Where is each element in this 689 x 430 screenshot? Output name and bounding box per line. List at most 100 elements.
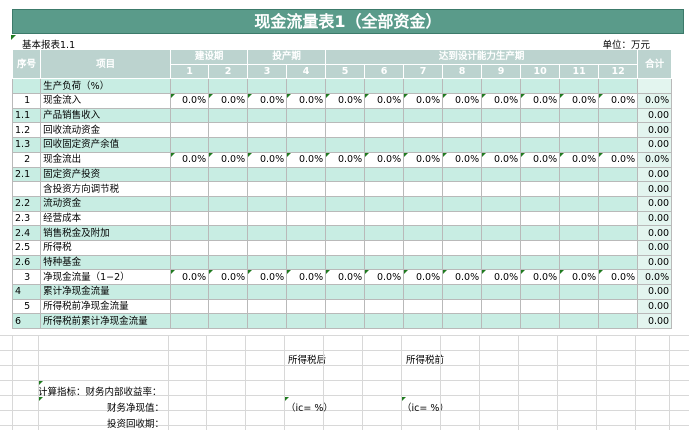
value-cell[interactable] [442,78,483,95]
value-cell[interactable] [598,166,639,183]
value-cell[interactable] [170,210,210,227]
value-cell[interactable] [286,225,327,241]
value-cell[interactable] [208,195,249,212]
value-cell[interactable]: 0.0% [247,93,288,109]
value-cell[interactable]: 0.0% [364,93,405,109]
value-cell[interactable] [559,166,600,183]
value-cell[interactable] [598,254,639,271]
value-cell[interactable] [559,78,600,95]
value-cell[interactable] [247,78,288,95]
value-cell[interactable] [247,284,288,300]
value-cell[interactable] [403,313,444,330]
value-cell[interactable]: 0.0% [403,269,444,285]
value-cell[interactable]: 0.0% [208,93,249,109]
value-cell[interactable]: 0.0% [520,93,561,109]
value-cell[interactable] [481,225,522,241]
value-cell[interactable] [559,210,600,227]
value-cell[interactable] [286,78,327,95]
value-cell[interactable] [286,166,327,183]
value-cell[interactable] [520,78,561,95]
value-cell[interactable] [208,239,249,256]
value-cell[interactable] [247,210,288,227]
value-cell[interactable]: 0.0% [403,151,444,168]
value-cell[interactable] [442,195,483,212]
value-cell[interactable] [559,195,600,212]
value-cell[interactable] [481,210,522,227]
value-cell[interactable]: 0.0% [247,269,288,285]
value-cell[interactable] [520,298,561,315]
value-cell[interactable] [520,210,561,227]
value-cell[interactable] [403,181,444,197]
value-cell[interactable] [170,122,210,139]
value-cell[interactable] [247,107,288,124]
value-cell[interactable] [442,284,483,300]
value-cell[interactable]: 0.0% [520,151,561,168]
value-cell[interactable]: 0.0% [442,269,483,285]
value-cell[interactable] [598,225,639,241]
value-cell[interactable] [559,284,600,300]
value-cell[interactable]: 0.0% [559,151,600,168]
value-cell[interactable] [403,195,444,212]
value-cell[interactable] [364,137,405,153]
value-cell[interactable] [286,210,327,227]
value-cell[interactable] [559,254,600,271]
value-cell[interactable] [247,239,288,256]
value-cell[interactable] [170,195,210,212]
value-cell[interactable] [442,210,483,227]
value-cell[interactable] [403,107,444,124]
value-cell[interactable] [247,166,288,183]
value-cell[interactable] [247,181,288,197]
value-cell[interactable]: 0.0% [520,269,561,285]
value-cell[interactable] [364,313,405,330]
value-cell[interactable]: 0.0% [598,151,639,168]
value-cell[interactable] [325,284,366,300]
value-cell[interactable] [442,137,483,153]
ic-before-value[interactable]: （ic= %） [402,400,449,414]
value-cell[interactable] [325,137,366,153]
value-cell[interactable] [208,78,249,95]
value-cell[interactable]: 0.0% [364,269,405,285]
value-cell[interactable] [286,181,327,197]
value-cell[interactable] [208,284,249,300]
value-cell[interactable] [325,107,366,124]
value-cell[interactable] [208,137,249,153]
value-cell[interactable] [520,181,561,197]
value-cell[interactable] [170,137,210,153]
value-cell[interactable]: 0.0% [208,269,249,285]
value-cell[interactable] [364,195,405,212]
value-cell[interactable] [325,313,366,330]
value-cell[interactable] [481,137,522,153]
value-cell[interactable] [481,166,522,183]
value-cell[interactable] [481,78,522,95]
value-cell[interactable]: 0.0% [442,151,483,168]
value-cell[interactable]: 0.0% [364,151,405,168]
value-cell[interactable]: 0.0% [208,151,249,168]
value-cell[interactable] [442,122,483,139]
value-cell[interactable] [364,210,405,227]
value-cell[interactable] [442,254,483,271]
value-cell[interactable] [559,122,600,139]
value-cell[interactable] [170,298,210,315]
value-cell[interactable] [286,284,327,300]
value-cell[interactable]: 0.0% [403,93,444,109]
value-cell[interactable]: 0.0% [325,93,366,109]
value-cell[interactable] [403,137,444,153]
value-cell[interactable] [170,284,210,300]
value-cell[interactable] [520,195,561,212]
value-cell[interactable] [442,166,483,183]
value-cell[interactable] [520,254,561,271]
value-cell[interactable]: 0.0% [170,151,210,168]
value-cell[interactable] [208,107,249,124]
value-cell[interactable]: 0.0% [442,93,483,109]
value-cell[interactable] [170,181,210,197]
value-cell[interactable]: 0.0% [247,151,288,168]
value-cell[interactable] [170,254,210,271]
value-cell[interactable] [481,195,522,212]
value-cell[interactable] [364,122,405,139]
value-cell[interactable]: 0.0% [559,93,600,109]
value-cell[interactable] [403,78,444,95]
value-cell[interactable] [481,122,522,139]
value-cell[interactable] [286,195,327,212]
value-cell[interactable] [559,137,600,153]
value-cell[interactable] [520,225,561,241]
